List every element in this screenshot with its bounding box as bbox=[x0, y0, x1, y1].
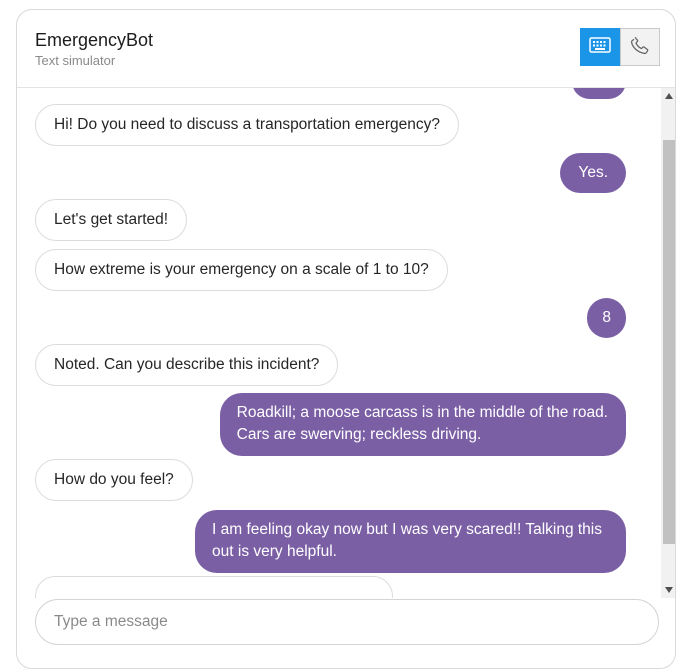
user-message: Yes. bbox=[560, 153, 626, 193]
message-line: out is very helpful. bbox=[212, 543, 337, 560]
message-text: Let's get started! bbox=[54, 211, 169, 228]
bot-message: Let's get started! bbox=[35, 199, 188, 241]
message-input[interactable] bbox=[36, 600, 658, 644]
scroll-up-arrow-icon[interactable] bbox=[661, 88, 675, 104]
bot-subtitle: Text simulator bbox=[35, 53, 116, 68]
message-line: Roadkill; a moose carcass is in the midd… bbox=[236, 404, 608, 421]
phone-icon bbox=[629, 34, 651, 61]
message-input-wrapper bbox=[35, 599, 659, 645]
message-line: I am feeling okay now but I was very sca… bbox=[212, 521, 602, 538]
text-mode-button[interactable] bbox=[580, 28, 620, 66]
message-list[interactable]: Hi! Do you need to discuss a transportat… bbox=[17, 88, 661, 598]
message-text: Noted. Can you describe this incident? bbox=[54, 356, 320, 373]
message-line: Cars are swerving; reckless driving. bbox=[236, 426, 482, 443]
user-message: 8 bbox=[587, 298, 626, 338]
user-message: I am feeling okay now but I was very sca… bbox=[195, 510, 626, 573]
bot-message: Hi! Do you need to discuss a transportat… bbox=[35, 104, 459, 146]
message-text: How extreme is your emergency on a scale… bbox=[54, 261, 429, 278]
user-message: Roadkill; a moose carcass is in the midd… bbox=[219, 393, 626, 456]
message-text: 8 bbox=[602, 309, 611, 326]
bot-message: How do you feel? bbox=[35, 459, 193, 501]
voice-mode-button[interactable] bbox=[620, 28, 660, 66]
message-text: How do you feel? bbox=[54, 471, 174, 488]
chat-header: EmergencyBot Text simulator bbox=[17, 10, 675, 88]
chat-scrollbar[interactable] bbox=[661, 88, 675, 598]
message-text: Yes. bbox=[578, 164, 608, 181]
partial-user-bubble bbox=[572, 88, 626, 99]
keyboard-icon bbox=[589, 36, 611, 58]
bot-message: How extreme is your emergency on a scale… bbox=[35, 249, 448, 291]
partial-bot-bubble bbox=[35, 576, 393, 598]
chat-window: EmergencyBot Text simulator Hi! Do you n… bbox=[16, 9, 676, 669]
bot-title: EmergencyBot bbox=[35, 30, 154, 50]
message-text: Hi! Do you need to discuss a transportat… bbox=[54, 116, 440, 133]
scroll-down-arrow-icon[interactable] bbox=[661, 582, 675, 598]
bot-message: Noted. Can you describe this incident? bbox=[35, 344, 339, 386]
scrollbar-thumb[interactable] bbox=[663, 140, 675, 544]
